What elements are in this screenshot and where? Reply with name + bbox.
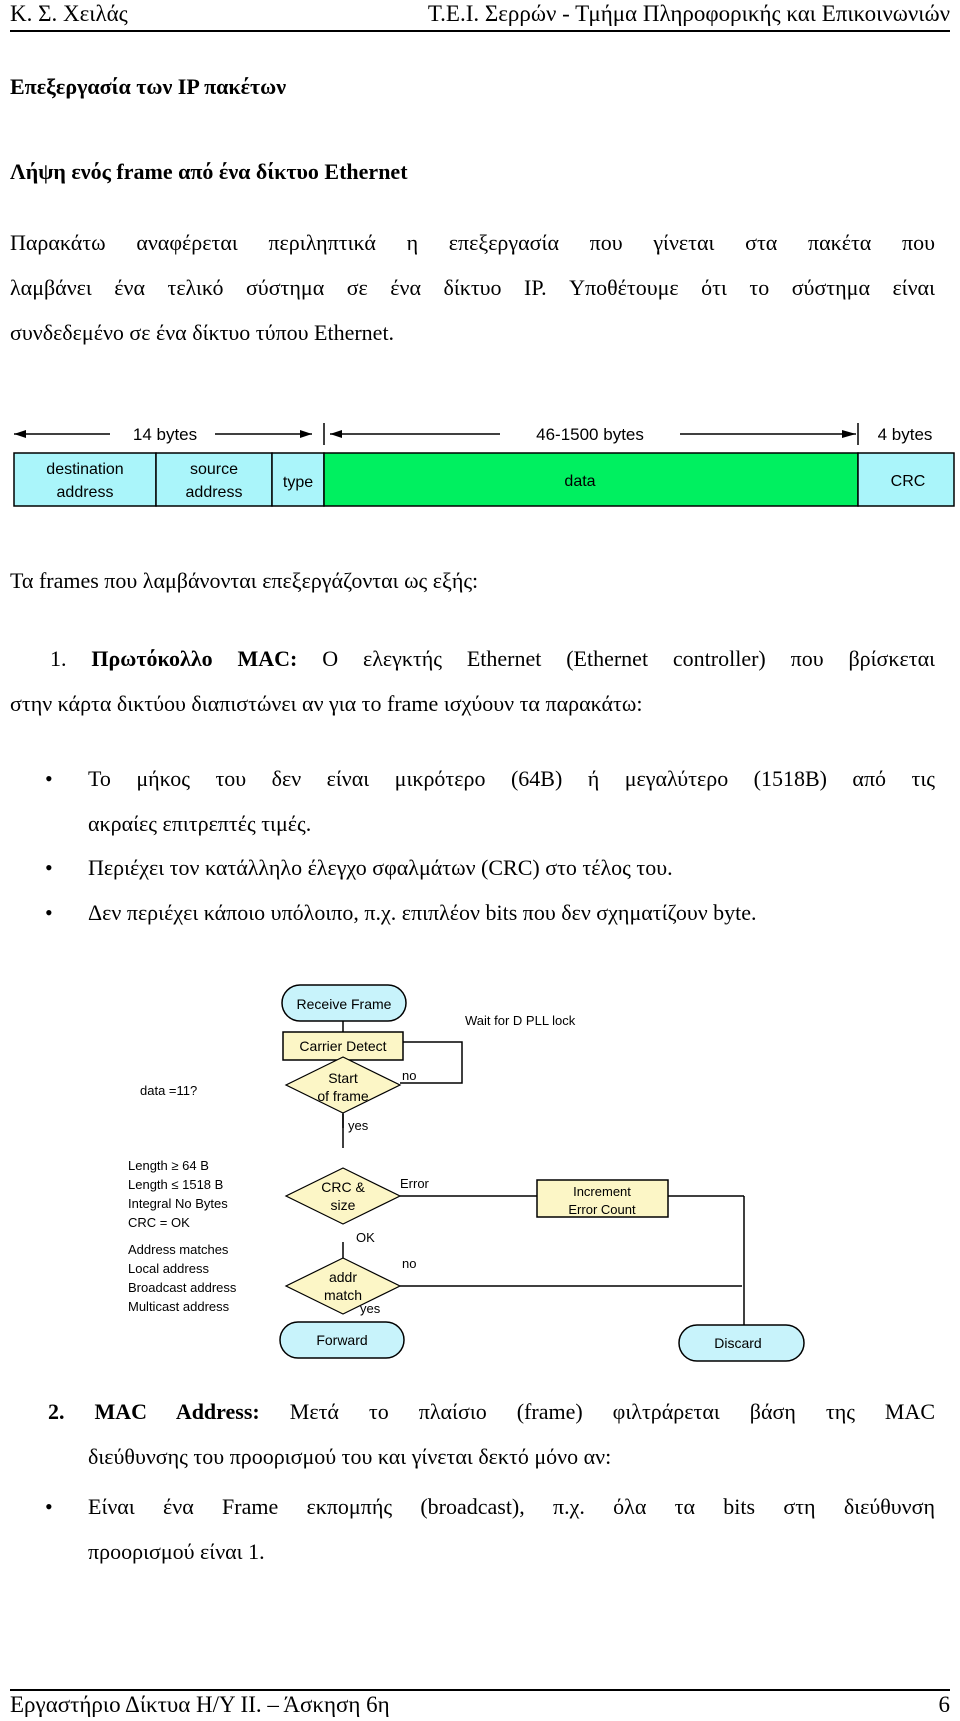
mac-flowchart: Receive Frame Carrier Detect Start of fr…	[128, 984, 805, 1362]
field-source-line1: source	[190, 461, 238, 478]
bullet-dot: •	[45, 1494, 53, 1519]
intro-line: λαμβάνει ένα τελικό σύστημα σε ένα δίκτυ…	[10, 275, 935, 300]
header-author: Κ. Σ. Χειλάς	[10, 1, 128, 26]
increment-label-line1: Increment	[573, 1184, 631, 1199]
field-destination-line2: address	[57, 484, 114, 501]
note-check-line: CRC = OK	[128, 1215, 190, 1230]
section2-line1-rest: Μετά το πλαίσιο (frame) φιλτράρεται βάση…	[289, 1399, 936, 1424]
intro-line: Παρακάτω αναφέρεται περιληπτικά η επεξερ…	[10, 230, 935, 255]
page-number: 6	[938, 1692, 951, 1717]
field-data-label: data	[564, 473, 595, 490]
field-crc-label: CRC	[891, 473, 926, 490]
section1-heading: Πρωτόκολλο MAC:	[91, 646, 298, 671]
section-title: Επεξεργασία των IP πακέτων	[10, 74, 287, 99]
crc-label-line2: size	[331, 1197, 356, 1213]
addr-no-label: no	[402, 1256, 416, 1271]
note-addr-line: Address matches	[128, 1242, 229, 1257]
start-label-line2: of frame	[317, 1088, 369, 1104]
section2-number: 2.	[48, 1399, 65, 1424]
section-subtitle: Λήψη ενός frame από ένα δίκτυο Ethernet	[10, 159, 408, 184]
note-addr-line: Local address	[128, 1261, 209, 1276]
start-yes-label: yes	[348, 1118, 369, 1133]
header-bytes-label: 14 bytes	[133, 425, 197, 444]
section2-heading: MAC Address:	[94, 1399, 260, 1424]
intro-line: συνδεδεμένο σε ένα δίκτυο τύπου Ethernet…	[10, 320, 395, 345]
section1-line1: 1. Πρωτόκολλο MAC: Ο ελεγκτής Ethernet (…	[10, 636, 935, 681]
bullet-text-cont: προορισμού είναι 1.	[88, 1539, 265, 1564]
note-check-line: Length ≤ 1518 B	[128, 1177, 223, 1192]
start-label-line1: Start	[328, 1070, 358, 1086]
field-source-line2: address	[186, 484, 243, 501]
processing-intro: Τα frames που λαμβάνονται επεξεργάζονται…	[10, 568, 479, 593]
page-footer: Εργαστήριο Δίκτυα Η/Υ ΙΙ. – Άσκηση 6η 6	[10, 1689, 950, 1721]
bullet-text-cont: ακραίες επιτρεπτές τιμές.	[88, 811, 312, 836]
carrier-detect-label: Carrier Detect	[299, 1038, 386, 1054]
addr-label-line1: addr	[329, 1269, 357, 1285]
section2-line1: 2. MAC Address: Μετά το πλαίσιο (frame) …	[48, 1389, 935, 1434]
note-addr-line: Multicast address	[128, 1299, 230, 1314]
field-destination-line1: destination	[46, 461, 123, 478]
header-institution: Τ.Ε.Ι. Σερρών - Τμήμα Πληροφορικής και Ε…	[427, 1, 950, 26]
bullet-text: Περιέχει τον κατάλληλο έλεγχο σφαλμάτων …	[88, 855, 673, 880]
bullet-dot: •	[45, 855, 53, 880]
addr-match-decision	[284, 1257, 402, 1315]
bullet-text: Το μήκος του δεν είναι μικρότερο (64B) ή…	[88, 766, 935, 791]
addr-label-line2: match	[324, 1287, 362, 1303]
bullet-dot: •	[45, 900, 53, 925]
data-bytes-label: 46-1500 bytes	[536, 425, 644, 444]
intro-paragraph: Παρακάτω αναφέρεται περιληπτικά η επεξερ…	[10, 220, 935, 355]
section2-line2: διεύθυνσης του προορισμού του και γίνετα…	[88, 1444, 612, 1469]
crc-label-line1: CRC &	[321, 1179, 365, 1195]
crc-bytes-label: 4 bytes	[878, 425, 933, 444]
section2-paragraph: 2. MAC Address: Μετά το πλαίσιο (frame) …	[48, 1389, 935, 1479]
crc-size-decision	[284, 1167, 402, 1225]
bullet-text: Δεν περιέχει κάποιο υπόλοιπο, π.χ. επιπλ…	[88, 900, 757, 925]
bullet-dot: •	[45, 766, 53, 791]
section1-number: 1.	[50, 646, 67, 671]
note-addr-line: Broadcast address	[128, 1280, 237, 1295]
ethernet-frame-diagram: 14 bytes 46-1500 bytes 4 bytes destinati…	[13, 423, 955, 507]
note-data-check: data =11?	[140, 1083, 197, 1098]
section1-paragraph: 1. Πρωτόκολλο MAC: Ο ελεγκτής Ethernet (…	[10, 636, 935, 726]
note-check-line: Length ≥ 64 B	[128, 1158, 209, 1173]
addr-yes-label: yes	[360, 1301, 381, 1316]
start-no-label: no	[402, 1068, 416, 1083]
discard-label: Discard	[714, 1335, 761, 1351]
page-header: Κ. Σ. Χειλάς Τ.Ε.Ι. Σερρών - Τμήμα Πληρο…	[10, 0, 950, 32]
receive-frame-label: Receive Frame	[297, 996, 392, 1012]
crc-ok-label: OK	[356, 1230, 375, 1245]
section1-line2: στην κάρτα δικτύου διαπιστώνει αν για το…	[10, 691, 643, 716]
increment-label-line2: Error Count	[568, 1202, 636, 1217]
forward-label: Forward	[316, 1332, 367, 1348]
field-type-label: type	[283, 474, 313, 491]
note-check-line: Integral No Bytes	[128, 1196, 228, 1211]
wait-dpll-label: Wait for D PLL lock	[465, 1013, 576, 1028]
crc-error-label: Error	[400, 1176, 430, 1191]
bullet-text: Είναι ένα Frame εκπομπής (broadcast), π.…	[88, 1494, 935, 1519]
section1-line1-rest: Ο ελεγκτής Ethernet (Ethernet controller…	[322, 646, 936, 671]
footer-course: Εργαστήριο Δίκτυα Η/Υ ΙΙ. – Άσκηση 6η	[10, 1692, 390, 1717]
